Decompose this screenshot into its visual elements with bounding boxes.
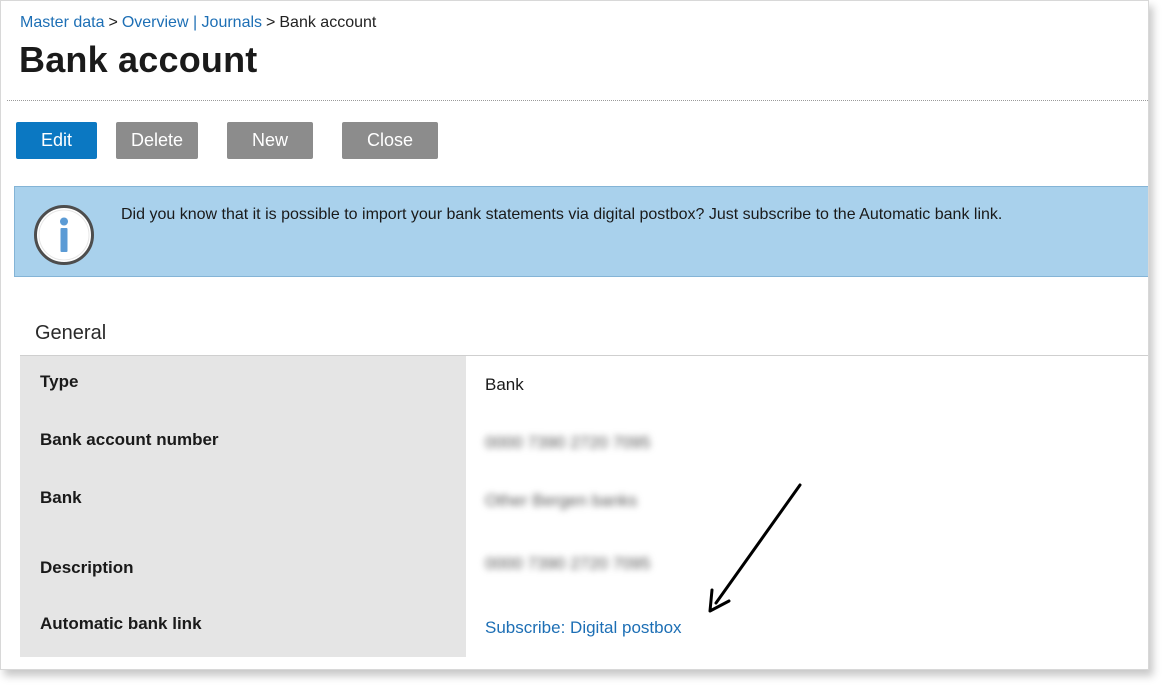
delete-button[interactable]: Delete [116, 122, 198, 159]
field-label-type: Type [40, 372, 79, 391]
field-value-description: 0000 7390 2720 7095 [485, 554, 651, 573]
info-icon [34, 205, 94, 265]
field-label-description: Description [40, 558, 134, 577]
new-button[interactable]: New [227, 122, 313, 159]
info-banner: Did you know that it is possible to impo… [14, 186, 1148, 277]
field-label-bank-account-number: Bank account number [40, 430, 219, 449]
page-title: Bank account [19, 39, 258, 80]
info-message: Did you know that it is possible to impo… [121, 206, 1003, 223]
breadcrumb-current: Bank account [279, 14, 377, 31]
section-title-general: General [35, 322, 107, 344]
field-value-bank-account-number: 0000 7390 2720 7095 [485, 433, 651, 452]
field-value-type: Bank [485, 375, 524, 394]
breadcrumb-separator: > [266, 14, 276, 31]
breadcrumb: Master data > Overview | Journals > Bank acc… [20, 14, 376, 32]
general-details-table: Type Bank Bank account number 0000 7390 … [20, 355, 1148, 657]
subscribe-digital-postbox-link[interactable]: Subscribe: Digital postbox [485, 618, 682, 638]
edit-button[interactable]: Edit [16, 122, 97, 159]
breadcrumb-master-data[interactable]: Master data [20, 14, 104, 31]
breadcrumb-separator: > [108, 14, 118, 31]
close-button[interactable]: Close [342, 122, 438, 159]
header-divider [7, 100, 1148, 101]
field-value-bank: Other Bergen banks [485, 491, 638, 510]
field-label-bank: Bank [40, 488, 82, 507]
field-label-automatic-bank-link: Automatic bank link [40, 614, 202, 633]
bank-account-window: Master data > Overview | Journals > Bank acc… [0, 0, 1149, 670]
label-column [20, 356, 466, 657]
breadcrumb-overview-journals[interactable]: Overview | Journals [122, 14, 262, 31]
